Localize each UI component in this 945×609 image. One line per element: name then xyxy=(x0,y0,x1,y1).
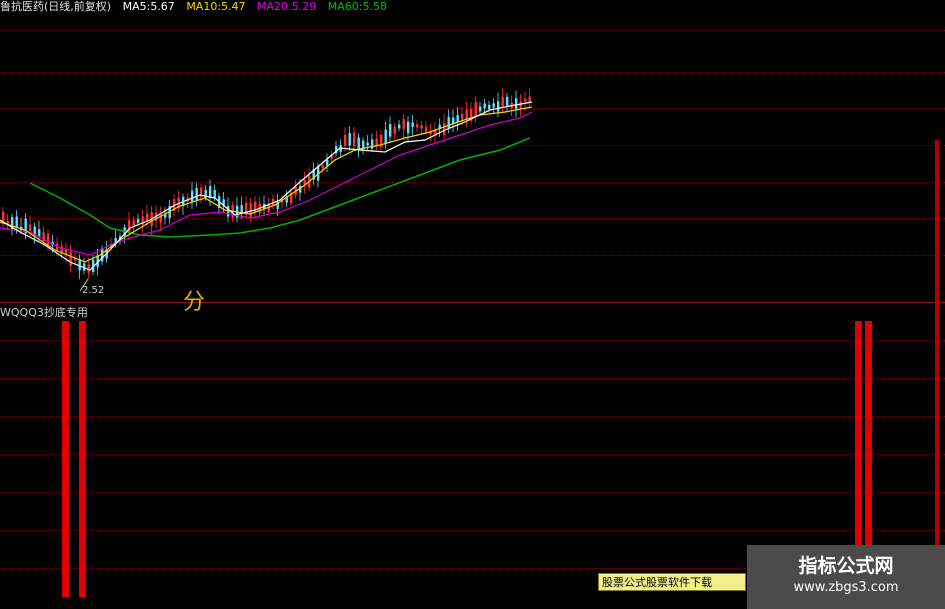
ma10-line xyxy=(0,106,533,263)
chart-window: 鲁抗医药(日线,前复权) MA5:5.67 MA10:5.47 MA20:5.2… xyxy=(0,0,945,609)
download-banner[interactable]: 股票公式股票软件下载 xyxy=(598,573,746,591)
candle-body xyxy=(384,129,387,144)
logo-url: www.zbgs3.com xyxy=(793,580,899,595)
candle-body xyxy=(132,220,135,227)
candle-body xyxy=(326,159,329,166)
candlestick-series xyxy=(2,88,531,280)
candle-body xyxy=(474,101,477,117)
candle-body xyxy=(15,216,18,228)
candle-body xyxy=(357,137,360,150)
ma5-line xyxy=(0,101,533,271)
candle-body xyxy=(488,104,491,110)
candle-body xyxy=(398,124,401,129)
signal-bar xyxy=(62,321,69,597)
logo-title: 指标公式网 xyxy=(798,555,894,577)
candle-body xyxy=(416,124,419,128)
candle-body xyxy=(191,190,194,203)
candle-body xyxy=(2,211,5,222)
candle-body xyxy=(519,101,522,110)
candle-body xyxy=(461,113,464,120)
candle-body xyxy=(321,165,324,169)
candle-body xyxy=(227,206,230,217)
candle-body xyxy=(366,142,369,146)
ma60-line xyxy=(29,137,531,238)
candle-body xyxy=(506,96,509,106)
candle-body xyxy=(443,122,446,135)
candle-body xyxy=(456,115,459,122)
candle-body xyxy=(195,187,198,201)
signal-bar xyxy=(79,321,86,597)
candle-body xyxy=(29,224,32,231)
candle-body xyxy=(425,127,428,132)
right-edge-bar xyxy=(935,140,939,560)
candle-body xyxy=(393,126,396,134)
candle-body xyxy=(209,186,212,198)
candle-body xyxy=(515,98,518,110)
candle-body xyxy=(348,133,351,146)
candle-body xyxy=(38,229,41,237)
candle-body xyxy=(402,118,405,130)
candle-body xyxy=(249,202,252,218)
candle-body xyxy=(407,121,410,134)
panel-separator xyxy=(0,302,945,303)
low-price-label: 2.52 xyxy=(82,285,105,296)
candle-body xyxy=(420,125,423,129)
candle-body xyxy=(524,98,527,102)
candle-body xyxy=(137,218,140,223)
candle-body xyxy=(389,124,392,137)
candle-body xyxy=(497,101,500,112)
candle-body xyxy=(447,117,450,129)
candle-body xyxy=(483,103,486,109)
candle-body xyxy=(344,134,347,146)
candle-body xyxy=(353,132,356,146)
ma20-line xyxy=(0,111,533,256)
site-logo[interactable]: 指标公式网 www.zbgs3.com xyxy=(747,545,945,609)
candle-body xyxy=(240,205,243,212)
candlestick-chart[interactable] xyxy=(0,0,945,300)
candle-body xyxy=(69,251,72,267)
candle-body xyxy=(465,109,468,120)
candle-body xyxy=(213,189,216,198)
candle-body xyxy=(501,96,504,108)
candle-body xyxy=(47,233,50,245)
candle-body xyxy=(492,103,495,108)
candle-body xyxy=(411,122,414,128)
candle-body xyxy=(452,117,455,124)
candle-body xyxy=(479,106,482,112)
